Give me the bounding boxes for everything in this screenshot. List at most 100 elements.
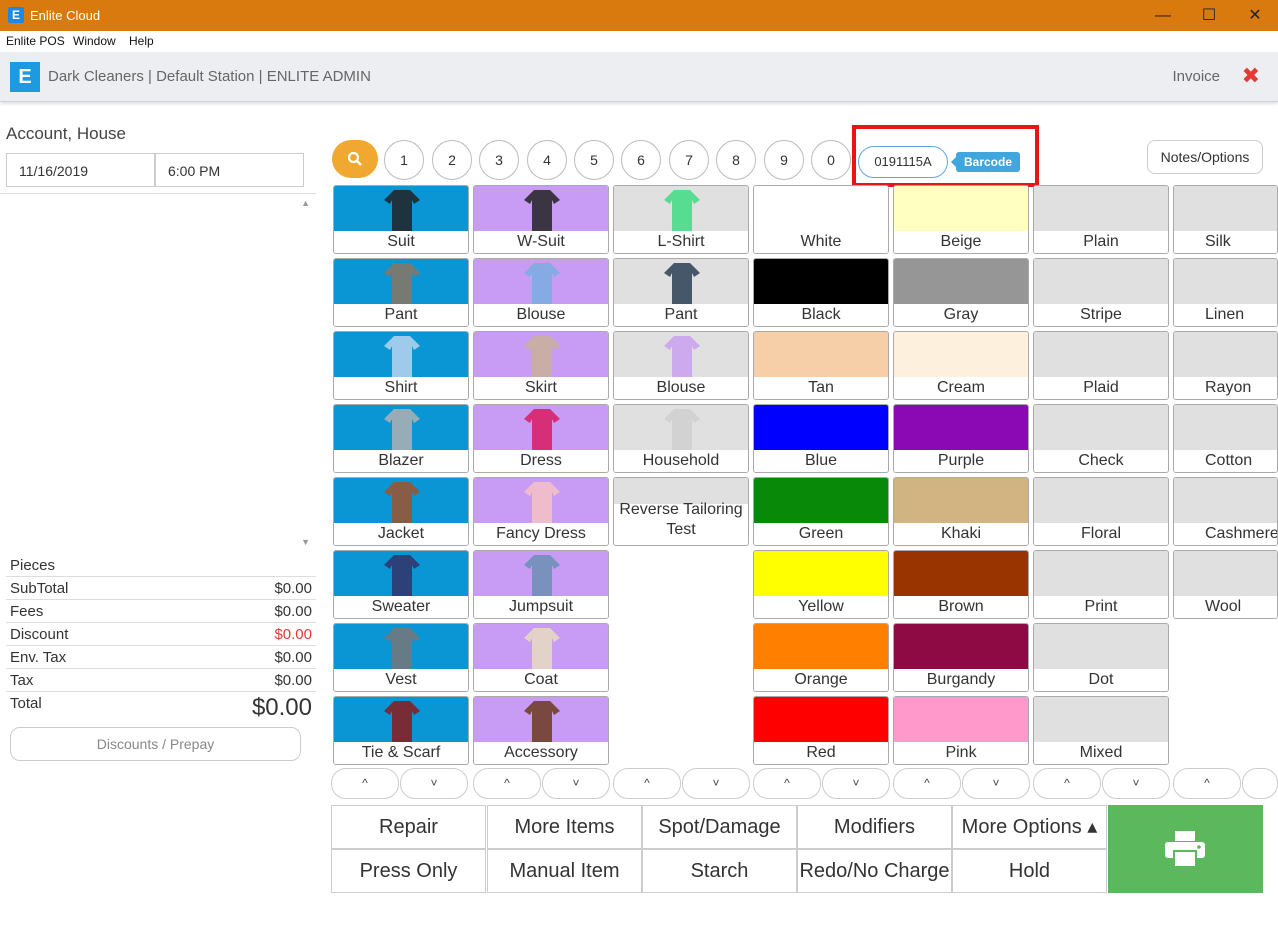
item-tile-linen-2[interactable]: Blouse [613, 331, 749, 400]
item-tile-color2-1[interactable]: Gray [893, 258, 1029, 327]
numpad-key[interactable]: 2 [432, 140, 472, 180]
item-tile-linen-1[interactable]: Pant [613, 258, 749, 327]
item-tile-men-3[interactable]: Blazer [333, 404, 469, 473]
numpad-key[interactable]: 0 [811, 140, 851, 180]
column-scroll-up-button[interactable]: ^ [613, 768, 681, 799]
item-tile-women-3[interactable]: Dress [473, 404, 609, 473]
item-tile-women-7[interactable]: Accessory [473, 696, 609, 765]
item-tile-color2-7[interactable]: Pink [893, 696, 1029, 765]
menu-help[interactable]: Help [129, 34, 154, 48]
item-tile-men-1[interactable]: Pant [333, 258, 469, 327]
column-scroll-down-button[interactable]: ˅ [822, 768, 890, 799]
close-window-button[interactable]: ✕ [1232, 0, 1278, 31]
item-tile-fabric-4[interactable]: Cashmere [1173, 477, 1278, 546]
column-scroll-down-button[interactable]: ˅ [542, 768, 610, 799]
action-button-row2-4[interactable]: Hold [952, 849, 1107, 893]
action-button-row1-4[interactable]: More Options ▴ [952, 805, 1107, 849]
item-tile-color-0[interactable]: White [753, 185, 889, 254]
action-button-row1-0[interactable]: Repair [331, 805, 486, 849]
item-tile-women-2[interactable]: Skirt [473, 331, 609, 400]
discounts-prepay-button[interactable]: Discounts / Prepay [10, 727, 301, 761]
action-button-row1-2[interactable]: Spot/Damage [642, 805, 797, 849]
item-tile-men-2[interactable]: Shirt [333, 331, 469, 400]
item-tile-pattern-7[interactable]: Mixed [1033, 696, 1169, 765]
item-tile-color-1[interactable]: Black [753, 258, 889, 327]
item-tile-color-5[interactable]: Yellow [753, 550, 889, 619]
minimize-button[interactable]: — [1140, 0, 1186, 31]
numpad-key[interactable]: 1 [384, 140, 424, 180]
action-button-row1-1[interactable]: More Items [487, 805, 642, 849]
menu-enlite-pos[interactable]: Enlite POS [6, 34, 65, 48]
item-tile-color2-2[interactable]: Cream [893, 331, 1029, 400]
close-invoice-icon[interactable]: ✖ [1242, 63, 1260, 89]
notes-options-button[interactable]: Notes/Options [1147, 140, 1263, 174]
item-tile-fabric-3[interactable]: Cotton [1173, 404, 1278, 473]
action-button-row2-1[interactable]: Manual Item [487, 849, 642, 893]
numpad-key[interactable]: 3 [479, 140, 519, 180]
numpad-key[interactable]: 9 [764, 140, 804, 180]
item-tile-pattern-5[interactable]: Print [1033, 550, 1169, 619]
column-scroll-up-button[interactable]: ^ [1173, 768, 1241, 799]
action-button-row2-3[interactable]: Redo/No Charge [797, 849, 952, 893]
item-tile-reverse-tailoring[interactable]: Reverse Tailoring Test [613, 477, 749, 546]
item-tile-men-6[interactable]: Vest [333, 623, 469, 692]
action-button-row2-2[interactable]: Starch [642, 849, 797, 893]
item-tile-women-5[interactable]: Jumpsuit [473, 550, 609, 619]
item-tile-pattern-4[interactable]: Floral [1033, 477, 1169, 546]
item-tile-color-7[interactable]: Red [753, 696, 889, 765]
item-tile-color-2[interactable]: Tan [753, 331, 889, 400]
scroll-down-icon[interactable]: ▼ [301, 537, 310, 547]
due-date-field[interactable]: 11/16/2019 [6, 153, 155, 187]
item-tile-women-6[interactable]: Coat [473, 623, 609, 692]
column-scroll-up-button[interactable]: ^ [893, 768, 961, 799]
item-tile-color2-4[interactable]: Khaki [893, 477, 1029, 546]
numpad-key[interactable]: 8 [716, 140, 756, 180]
item-tile-women-1[interactable]: Blouse [473, 258, 609, 327]
item-tile-color2-5[interactable]: Brown [893, 550, 1029, 619]
column-scroll-down-button[interactable]: ˅ [1102, 768, 1170, 799]
item-tile-women-0[interactable]: W-Suit [473, 185, 609, 254]
numpad-key[interactable]: 6 [621, 140, 661, 180]
scroll-up-icon[interactable]: ▲ [301, 198, 310, 208]
item-tile-linen-0[interactable]: L-Shirt [613, 185, 749, 254]
item-tile-color-3[interactable]: Blue [753, 404, 889, 473]
column-scroll-up-button[interactable]: ^ [1033, 768, 1101, 799]
item-tile-pattern-2[interactable]: Plaid [1033, 331, 1169, 400]
print-button[interactable] [1108, 805, 1263, 893]
column-scroll-down-button[interactable]: ˅ [682, 768, 750, 799]
item-tile-linen-3[interactable]: Household [613, 404, 749, 473]
maximize-button[interactable]: ☐ [1186, 0, 1232, 31]
item-tile-color-4[interactable]: Green [753, 477, 889, 546]
search-button[interactable] [332, 140, 378, 178]
item-tile-men-5[interactable]: Sweater [333, 550, 469, 619]
column-scroll-up-button[interactable]: ^ [331, 768, 399, 799]
item-tile-fabric-5[interactable]: Wool [1173, 550, 1278, 619]
order-items-list[interactable]: ▲ ▼ [0, 193, 316, 551]
item-tile-pattern-3[interactable]: Check [1033, 404, 1169, 473]
item-tile-pattern-6[interactable]: Dot [1033, 623, 1169, 692]
column-scroll-down-button[interactable]: ˅ [400, 768, 468, 799]
item-tile-women-4[interactable]: Fancy Dress [473, 477, 609, 546]
numpad-key[interactable]: 4 [527, 140, 567, 180]
menu-window[interactable]: Window [73, 34, 116, 48]
item-tile-color2-3[interactable]: Purple [893, 404, 1029, 473]
column-scroll-down-button[interactable] [1242, 768, 1278, 799]
item-tile-color-6[interactable]: Orange [753, 623, 889, 692]
column-scroll-down-button[interactable]: ˅ [962, 768, 1030, 799]
due-time-field[interactable]: 6:00 PM [155, 153, 304, 187]
item-tile-men-7[interactable]: Tie & Scarf [333, 696, 469, 765]
item-tile-color2-6[interactable]: Burgandy [893, 623, 1029, 692]
item-tile-pattern-0[interactable]: Plain [1033, 185, 1169, 254]
item-tile-men-0[interactable]: Suit [333, 185, 469, 254]
item-tile-color2-0[interactable]: Beige [893, 185, 1029, 254]
item-tile-fabric-1[interactable]: Linen [1173, 258, 1278, 327]
item-tile-fabric-0[interactable]: Silk [1173, 185, 1278, 254]
column-scroll-up-button[interactable]: ^ [753, 768, 821, 799]
action-button-row1-3[interactable]: Modifiers [797, 805, 952, 849]
numpad-key[interactable]: 5 [574, 140, 614, 180]
item-tile-fabric-2[interactable]: Rayon [1173, 331, 1278, 400]
numpad-key[interactable]: 7 [669, 140, 709, 180]
customer-account[interactable]: Account, House [6, 124, 126, 144]
item-tile-men-4[interactable]: Jacket [333, 477, 469, 546]
column-scroll-up-button[interactable]: ^ [473, 768, 541, 799]
